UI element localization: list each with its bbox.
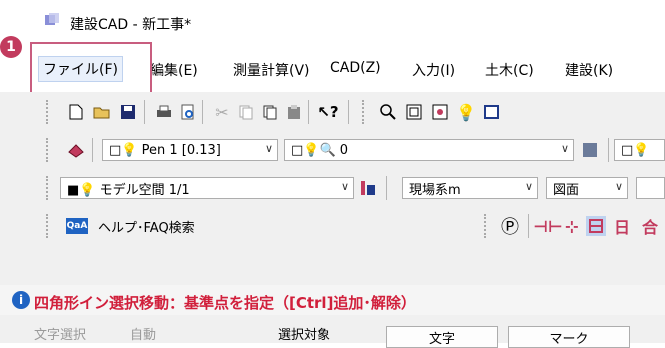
space-toolbar: ■💡 モデル空間 1/1 ∨ 現場系m ∨ 図面 ∨ xyxy=(0,168,665,208)
toolbar-grip[interactable] xyxy=(484,214,488,238)
toolbar-grip[interactable] xyxy=(46,138,50,162)
coord-combo[interactable]: 現場系m ∨ xyxy=(402,177,538,199)
layer-combo[interactable]: □💡🔍 0 ∨ xyxy=(284,139,574,161)
toolbar-separator xyxy=(608,138,609,162)
help-pointer-icon[interactable]: ↖? xyxy=(317,102,338,122)
drawing-combo[interactable]: 図面 ∨ xyxy=(546,177,628,199)
chevron-down-icon: ∨ xyxy=(524,180,533,193)
toolbar-separator xyxy=(92,138,93,162)
help-faq-search[interactable]: ヘルプ･FAQ検索 xyxy=(92,215,342,237)
print-preview-icon[interactable] xyxy=(178,102,198,122)
toolbar-separator xyxy=(308,100,309,124)
layer-combo-value: □💡🔍 0 xyxy=(291,142,349,158)
text-button[interactable]: 文字 xyxy=(386,326,498,348)
help-toolbar: QaA ヘルプ･FAQ検索 Ⓟ ⊣⊢ ⊹ 日 合 xyxy=(0,206,665,246)
paste-icon[interactable] xyxy=(284,102,304,122)
toolbar-separator xyxy=(348,100,349,124)
space-settings-icon[interactable] xyxy=(358,178,378,198)
rectangle-select-icon[interactable] xyxy=(586,216,606,236)
text-select-label: 文字選択 xyxy=(34,328,87,343)
chevron-down-icon: ∨ xyxy=(560,142,569,155)
toolbar-grip[interactable] xyxy=(46,176,50,200)
pen-combo[interactable]: □💡 Pen 1 [0.13] ∨ xyxy=(102,139,278,161)
eraser-icon[interactable] xyxy=(66,140,86,160)
menu-civil[interactable]: 土木(C) xyxy=(485,60,534,80)
print-icon[interactable] xyxy=(154,102,174,122)
view-combo[interactable]: ■💡 モデル空間 1/1 ∨ xyxy=(60,177,354,199)
extra-combo[interactable] xyxy=(636,177,665,199)
view-icon[interactable] xyxy=(482,102,502,122)
menu-edit[interactable]: 編集(E) xyxy=(150,60,198,80)
toolbar-separator xyxy=(202,100,203,124)
point-icon[interactable]: Ⓟ xyxy=(500,216,520,238)
layer2-combo[interactable]: □💡 xyxy=(614,139,665,161)
open-folder-icon[interactable] xyxy=(92,102,112,122)
cut-icon[interactable]: ✂ xyxy=(212,102,232,122)
help-faq-icon: QaA xyxy=(66,218,88,234)
callout-highlight xyxy=(30,42,152,94)
menu-input[interactable]: 入力(I) xyxy=(412,60,455,80)
chevron-down-icon: ∨ xyxy=(340,180,349,193)
title-bar: 建設CAD - 新工事* xyxy=(0,0,665,44)
info-icon: i xyxy=(12,291,30,309)
mark-button[interactable]: マーク xyxy=(508,326,630,348)
copy-special-icon[interactable] xyxy=(260,102,280,122)
layer-settings-icon[interactable] xyxy=(580,140,600,160)
window-title: 建設CAD - 新工事* xyxy=(70,17,192,33)
coord-combo-value: 現場系m xyxy=(409,182,461,198)
toolbar-grip[interactable] xyxy=(46,100,50,124)
offset-icon[interactable]: 日 xyxy=(612,216,632,237)
save-icon[interactable] xyxy=(118,102,138,122)
view-combo-value: ■💡 モデル空間 1/1 xyxy=(67,182,190,198)
help-faq-label: ヘルプ･FAQ検索 xyxy=(98,220,195,236)
zoom-fit-icon[interactable] xyxy=(430,102,450,122)
app-icon xyxy=(44,12,60,28)
pen-combo-value: □💡 Pen 1 [0.13] xyxy=(109,142,221,158)
drawing-combo-value: 図面 xyxy=(553,182,580,198)
layer2-combo-value: □💡 xyxy=(621,142,650,158)
zoom-icon[interactable] xyxy=(378,102,398,122)
target-label: 選択対象 xyxy=(278,328,331,343)
standard-toolbar: ✂ ↖? 💡 xyxy=(0,92,665,132)
layer-toolbar: □💡 Pen 1 [0.13] ∨ □💡🔍 0 ∨ □💡 xyxy=(0,130,665,170)
lightbulb-icon[interactable]: 💡 xyxy=(456,102,476,122)
menu-cad[interactable]: CAD(Z) xyxy=(330,60,381,76)
menu-construction[interactable]: 建設(K) xyxy=(565,60,613,80)
toolbar-grip[interactable] xyxy=(362,100,366,124)
toolbar-separator xyxy=(386,176,387,200)
zoom-window-icon[interactable] xyxy=(404,102,424,122)
auto-value: 自動 xyxy=(130,328,157,343)
toolbar-separator xyxy=(528,214,529,238)
menu-survey[interactable]: 測量計算(V) xyxy=(233,60,310,80)
callout-badge: 1 xyxy=(0,36,22,58)
chevron-down-icon: ∨ xyxy=(614,180,623,193)
chevron-down-icon: ∨ xyxy=(264,142,273,155)
status-message: 四角形イン選択移動：基準点を指定（[Ctrl]追加･解除） xyxy=(34,294,416,312)
selection-toolbar: 文字選択 自動 選択対象 文字 マーク xyxy=(0,318,665,348)
new-file-icon[interactable] xyxy=(66,102,86,122)
status-bar: i 四角形イン選択移動：基準点を指定（[Ctrl]追加･解除） xyxy=(0,285,665,315)
slash-line-icon[interactable]: ⊹ xyxy=(562,216,582,236)
copy-icon[interactable] xyxy=(236,102,256,122)
toolbar-grip[interactable] xyxy=(46,214,50,238)
toolbar-separator xyxy=(144,100,145,124)
line-icon[interactable]: ⊣⊢ xyxy=(533,216,562,236)
shape-icon[interactable]: 合 xyxy=(640,216,660,237)
